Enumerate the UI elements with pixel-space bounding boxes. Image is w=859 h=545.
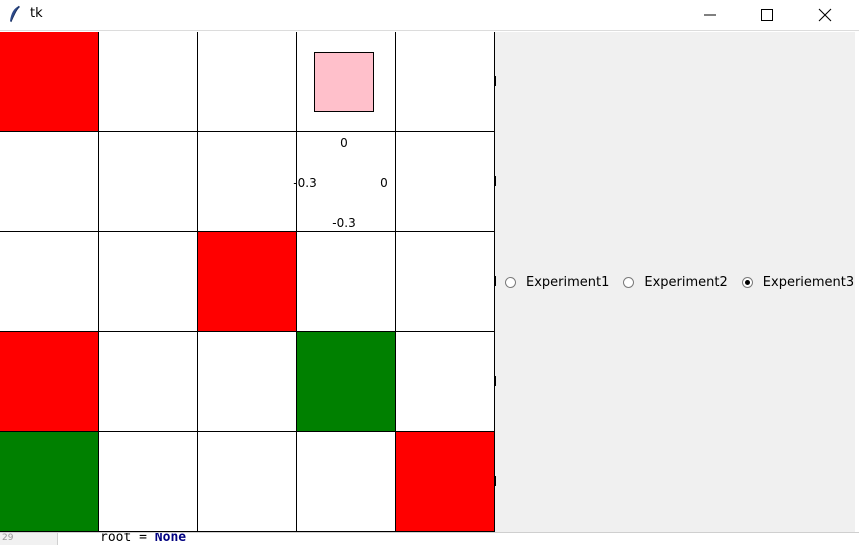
canvas-edge-tick [494,276,496,286]
grid-cell [99,232,198,332]
grid-cell [99,332,198,432]
radio-experiment1[interactable]: Experiment1 [505,275,609,290]
q-value-left: -0.3 [293,176,317,190]
grid-cell [0,332,99,432]
canvas-edge-tick [494,476,496,486]
grid-cell [297,232,396,332]
grid-cell [198,32,297,132]
grid-cell [99,132,198,232]
grid-cell [198,232,297,332]
window-titlebar[interactable]: tk [0,0,859,31]
q-value-down: -0.3 [332,216,356,230]
radio-label: Experiement3 [762,275,855,290]
canvas-edge-tick [494,76,496,86]
window-content: 0 -0.3 0 -0.3 Experiment1 Experiment2 Ex… [0,32,859,532]
grid-cell [0,232,99,332]
grid-cell [99,32,198,132]
radio-label: Experiment1 [526,275,610,290]
grid-cell [198,332,297,432]
tk-feather-icon [10,5,20,23]
grid-cell [396,432,495,532]
radio-button-icon[interactable] [505,277,516,288]
agent-square [314,52,374,112]
close-button[interactable] [796,0,854,30]
window-title: tk [30,6,43,21]
grid-cell [0,132,99,232]
radio-experiment3[interactable]: Experiement3 [741,275,855,290]
q-value-up: 0 [340,136,348,150]
maximize-button[interactable] [738,0,796,30]
radio-button-checked-icon[interactable] [741,277,753,288]
background-editor-strip: 29 root = None [0,532,859,545]
maximize-icon [761,9,773,21]
q-value-right: 0 [380,176,388,190]
grid-cell [0,32,99,132]
code-line: root = None [100,532,187,545]
canvas-edge-tick [494,176,496,186]
minimize-button[interactable] [681,0,739,30]
experiment-radio-group: Experiment1 Experiment2 Experiement3 [505,275,859,290]
grid-cell [99,432,198,532]
grid-cell [396,232,495,332]
grid-cell [0,432,99,532]
radio-experiment2[interactable]: Experiment2 [623,275,728,290]
line-number: 29 [0,533,58,545]
radio-button-icon[interactable] [623,277,635,288]
grid-cell [297,432,396,532]
grid-cell [396,32,495,132]
grid-cell [297,332,396,432]
grid-cell [198,432,297,532]
grid-cell [198,132,297,232]
grid-canvas[interactable]: 0 -0.3 0 -0.3 [0,32,495,532]
radio-label: Experiment2 [644,275,728,290]
grid-cell [396,332,495,432]
canvas-edge-tick [494,376,496,386]
grid-cell [396,132,495,232]
close-icon [818,8,832,22]
minimize-icon [704,14,716,16]
window-right-edge [855,32,859,532]
